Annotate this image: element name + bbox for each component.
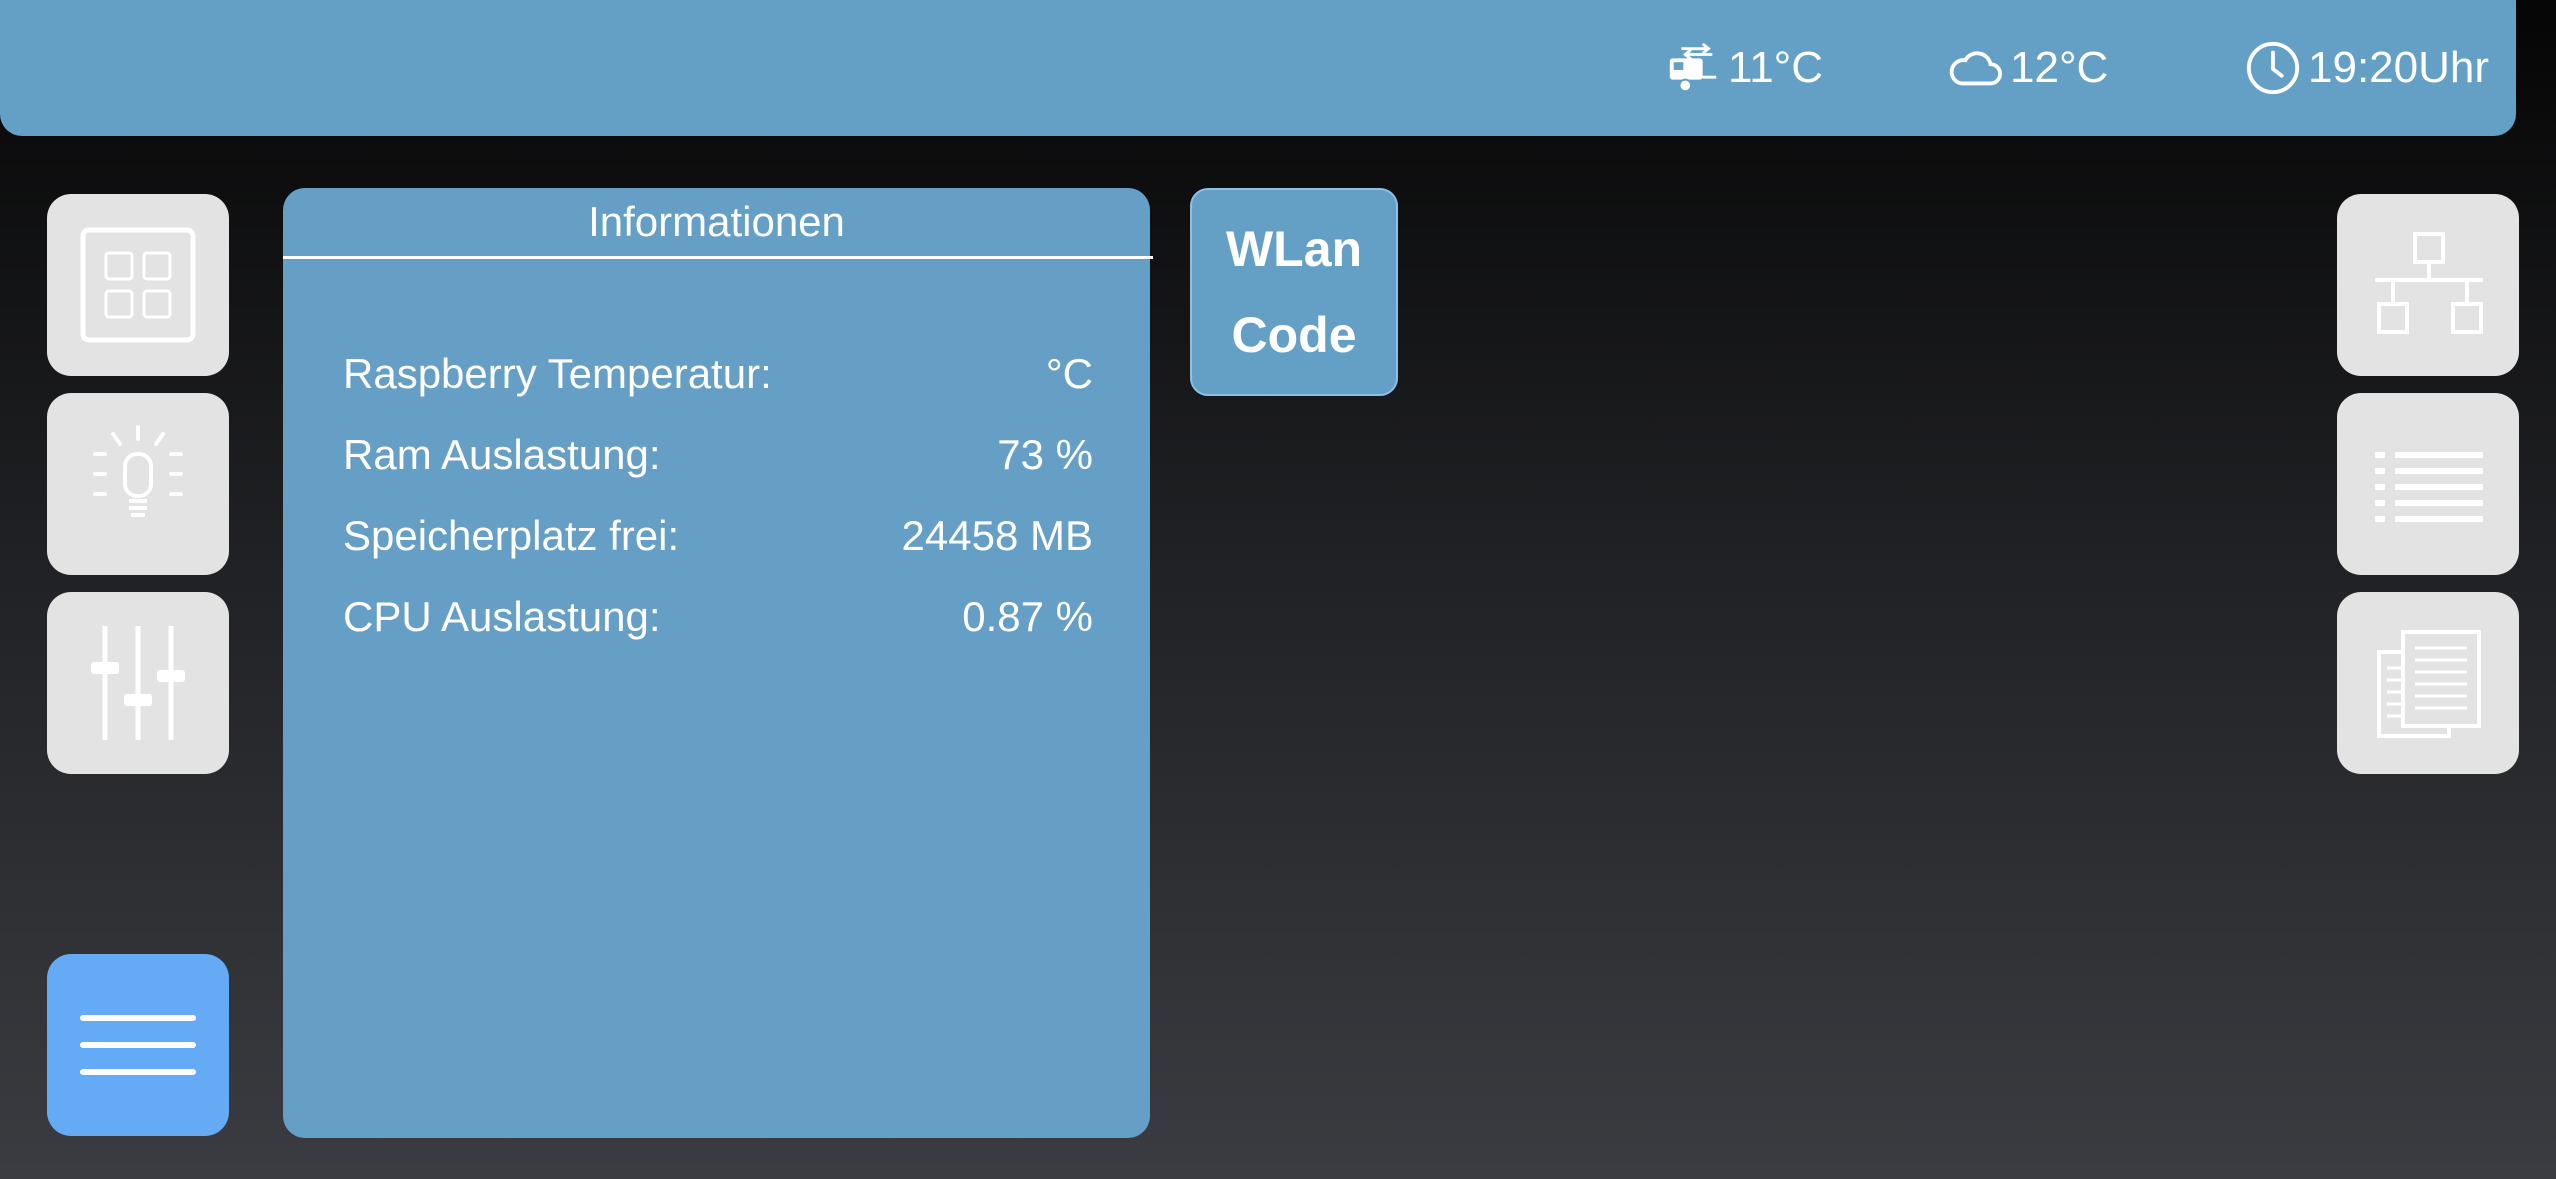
- info-row-ram: Ram Auslastung: 73 %: [343, 425, 1093, 485]
- info-value: 24458 MB: [901, 512, 1093, 559]
- weather-temperature-value: 12°C: [2010, 43, 2109, 92]
- light-bulb-icon: [93, 425, 183, 517]
- info-label: Ram Auslastung:: [343, 431, 661, 478]
- wlan-code-button[interactable]: WLan Code: [1190, 188, 1398, 396]
- info-label: CPU Auslastung:: [343, 593, 661, 640]
- nav-list-button[interactable]: [2337, 393, 2519, 575]
- clock-value: 19:20Uhr: [2308, 43, 2490, 92]
- clock-icon: [2246, 41, 2300, 95]
- information-panel: Informationen Raspberry Temperatur: °C R…: [283, 188, 1153, 1138]
- panel-divider: [283, 256, 1153, 259]
- panel-title: Informationen: [588, 198, 845, 245]
- network-icon: [2375, 232, 2483, 334]
- wlan-code-line2: Code: [1231, 307, 1357, 363]
- outside-temperature-value: 11°C: [1728, 43, 1824, 92]
- top-status-bar: 11°C 12°C 19:20Uhr: [0, 0, 2516, 136]
- outside-temperature: 11°C: [1664, 0, 1823, 136]
- caravan-icon: [1669, 42, 1717, 93]
- list-icon: [2375, 452, 2483, 522]
- nav-menu-button[interactable]: [47, 954, 229, 1136]
- cloud-icon: [1949, 51, 2003, 86]
- nav-settings-button[interactable]: [47, 592, 229, 774]
- info-label: Speicherplatz frei:: [343, 512, 680, 559]
- nav-overview-button[interactable]: [47, 194, 229, 376]
- info-value: °C: [1045, 350, 1093, 397]
- weather-temperature: 12°C: [1946, 0, 2108, 136]
- wlan-code-line1: WLan: [1225, 221, 1363, 277]
- info-row-temperature: Raspberry Temperatur: °C: [343, 344, 1093, 404]
- info-value: 0.87 %: [962, 593, 1093, 640]
- clock: 19:20Uhr: [2244, 0, 2489, 136]
- grid-icon: [80, 227, 196, 343]
- nav-documents-button[interactable]: [2337, 592, 2519, 774]
- sliders-icon: [91, 626, 185, 740]
- documents-icon: [2377, 630, 2481, 738]
- info-label: Raspberry Temperatur:: [343, 350, 772, 397]
- info-row-storage: Speicherplatz frei: 24458 MB: [343, 506, 1093, 566]
- nav-lights-button[interactable]: [47, 393, 229, 575]
- nav-network-button[interactable]: [2337, 194, 2519, 376]
- info-row-cpu: CPU Auslastung: 0.87 %: [343, 587, 1093, 647]
- menu-icon: [80, 1015, 196, 1075]
- info-value: 73 %: [997, 431, 1093, 478]
